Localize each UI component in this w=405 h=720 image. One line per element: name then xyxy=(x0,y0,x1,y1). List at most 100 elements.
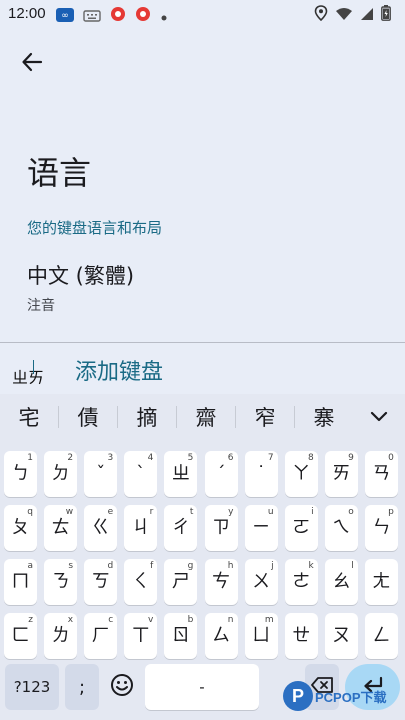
key-hint: w xyxy=(65,507,74,517)
key[interactable]: ㄗy xyxy=(204,505,238,551)
key[interactable]: ㄍe xyxy=(84,505,118,551)
signal-icon xyxy=(360,6,374,25)
key-label: ㄏ xyxy=(91,625,110,646)
key-hint: 1 xyxy=(27,453,33,463)
key-label: ㄕ xyxy=(171,571,190,592)
symbols-key[interactable]: ?123 xyxy=(5,664,59,710)
key[interactable]: ㄟo xyxy=(324,505,358,551)
key[interactable]: ˊ6 xyxy=(204,451,238,497)
candidate[interactable]: 摘 xyxy=(118,402,176,432)
key-label: ㄌ xyxy=(51,625,70,646)
watermark-logo: P xyxy=(283,681,313,711)
candidate[interactable]: 債 xyxy=(59,402,117,432)
key[interactable]: ˇ3 xyxy=(84,451,118,497)
key[interactable]: ㄅ1 xyxy=(4,451,37,497)
key-label: ㄞ xyxy=(332,463,351,484)
key-hint: m xyxy=(264,615,274,625)
key[interactable]: ㄊw xyxy=(44,505,78,551)
key[interactable]: ㄔt xyxy=(164,505,198,551)
symbols-key-label: ?123 xyxy=(13,678,51,696)
key-hint: r xyxy=(149,507,154,517)
candidate[interactable]: 窄 xyxy=(236,402,294,432)
key[interactable]: ㄒv xyxy=(124,613,158,659)
key[interactable]: ㄐr xyxy=(124,505,158,551)
status-bar: 12:00 ∞ xyxy=(0,0,405,28)
key-label: ㄜ xyxy=(292,571,311,592)
key[interactable]: ㄨj xyxy=(244,559,278,605)
key[interactable]: ㄈz xyxy=(4,613,37,659)
key[interactable]: ㄚ8 xyxy=(284,451,318,497)
language-layout: 注音 xyxy=(27,298,55,314)
key[interactable]: ㄩm xyxy=(244,613,278,659)
key[interactable]: ㄕg xyxy=(164,559,198,605)
key[interactable]: ㄞ9 xyxy=(324,451,358,497)
key-hint: d xyxy=(107,561,114,571)
key-label: ㄒ xyxy=(131,625,150,646)
notification-icons: ∞ xyxy=(56,6,168,26)
key[interactable]: ㄌx xyxy=(44,613,78,659)
key-label: ㄘ xyxy=(212,571,230,592)
key-hint: 7 xyxy=(267,453,274,463)
wifi-icon xyxy=(335,6,353,25)
key-label: ㄇ xyxy=(11,571,30,592)
candidate[interactable]: 宅 xyxy=(0,402,58,432)
section-label: 您的键盘语言和布局 xyxy=(27,219,163,237)
language-item[interactable]: 中文 (繁體) 注音 xyxy=(0,252,405,324)
key-hint: 6 xyxy=(227,453,234,463)
key[interactable]: ㄓ5 xyxy=(164,451,198,497)
key-label: ㄥ xyxy=(372,625,391,646)
key-label: ˇ xyxy=(96,463,106,484)
page-title: 语言 xyxy=(27,154,92,192)
key[interactable]: ㄘh xyxy=(204,559,238,605)
emoji-key[interactable] xyxy=(105,664,139,710)
key[interactable]: ㄇa xyxy=(4,559,37,605)
key[interactable]: ㄠl xyxy=(324,559,358,605)
key[interactable]: ㄖb xyxy=(164,613,198,659)
key[interactable]: ㄎd xyxy=(84,559,118,605)
key[interactable]: ㄉ2 xyxy=(44,451,78,497)
key[interactable]: ㄑf xyxy=(124,559,158,605)
key[interactable]: ㄤ xyxy=(364,559,398,605)
key[interactable]: ㄝ xyxy=(284,613,318,659)
key[interactable]: ˋ4 xyxy=(124,451,158,497)
candidate[interactable]: 齋 xyxy=(177,402,235,432)
key[interactable]: ㄥ xyxy=(364,613,398,659)
candidate-bar: 宅 債 摘 齋 窄 寨 xyxy=(0,394,405,440)
key-hint: p xyxy=(388,507,394,517)
key[interactable]: ㄣp xyxy=(364,505,398,551)
back-button[interactable] xyxy=(14,46,50,82)
arrow-back-icon xyxy=(21,51,43,77)
key-label: ㄢ xyxy=(372,463,391,484)
add-keyboard-button[interactable]: 添加键盘 xyxy=(75,354,163,386)
key-label: ㄅ xyxy=(11,463,30,484)
key-label: ˙ xyxy=(256,463,266,484)
expand-candidates-button[interactable] xyxy=(367,405,391,429)
key[interactable]: ㄡ xyxy=(324,613,358,659)
key-hint: l xyxy=(351,561,354,571)
key[interactable]: ㄧu xyxy=(244,505,278,551)
key-hint: e xyxy=(107,507,114,517)
space-key[interactable]: - xyxy=(145,664,259,710)
key-label: ㄋ xyxy=(51,571,70,592)
key-hint: i xyxy=(311,507,314,517)
key-hint: 8 xyxy=(307,453,314,463)
key[interactable]: ㄜk xyxy=(284,559,318,605)
key-label: ˋ xyxy=(136,463,146,484)
key-hint: o xyxy=(348,507,354,517)
key[interactable]: ㄋs xyxy=(44,559,78,605)
key[interactable]: ˙ 7 xyxy=(244,451,278,497)
key-label: ㄆ xyxy=(11,517,30,538)
key[interactable]: ㄏc xyxy=(84,613,118,659)
key[interactable]: ㄢ0 xyxy=(364,451,398,497)
top-app-bar xyxy=(0,28,405,98)
comma-key[interactable]: ; xyxy=(65,664,99,710)
key[interactable]: ㄙn xyxy=(204,613,238,659)
key-hint: q xyxy=(27,507,33,517)
key[interactable]: ㄛi xyxy=(284,505,318,551)
candidate[interactable]: 寨 xyxy=(295,402,353,432)
key[interactable]: ㄆq xyxy=(4,505,37,551)
comma-key-label: ; xyxy=(78,676,86,698)
key-label: ㄙ xyxy=(212,625,230,646)
key-hint: 2 xyxy=(67,453,74,463)
key-hint: j xyxy=(271,561,274,571)
